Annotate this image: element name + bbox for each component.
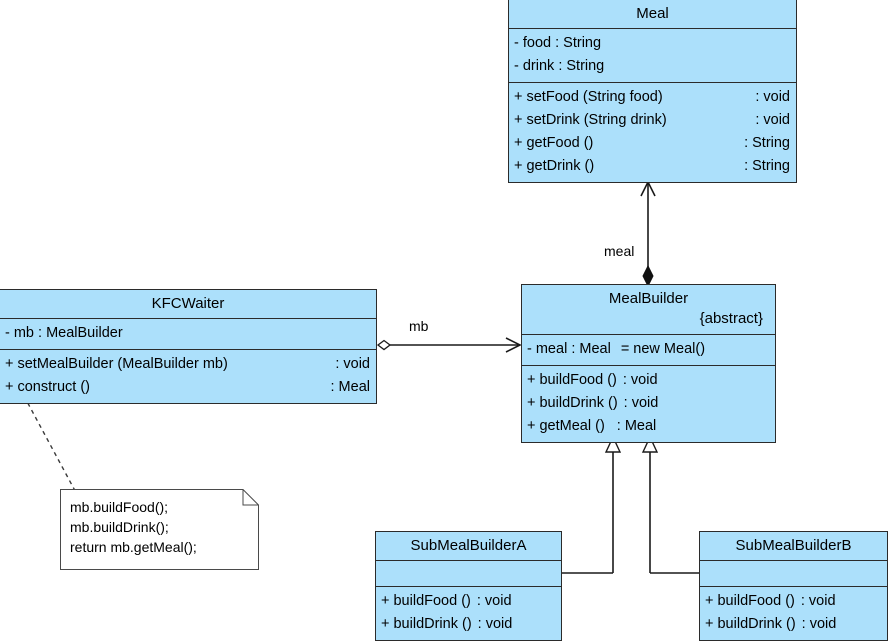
- class-name-label: Meal: [636, 5, 669, 22]
- attributes-compartment-kfcwaiter: - mb : MealBuilder: [0, 318, 376, 349]
- class-box-submealbuilder-a[interactable]: SubMealBuilderA + buildFood () : void + …: [375, 531, 562, 641]
- operation-row: + setDrink (String drink) : void: [514, 112, 790, 128]
- aggregation-diamond: [376, 339, 392, 351]
- class-box-mealbuilder[interactable]: MealBuilder {abstract} - meal : Meal = n…: [521, 284, 776, 443]
- composition-diamond: [642, 264, 654, 288]
- composition-mealbuilder-meal: [640, 180, 656, 288]
- class-title-kfcwaiter: KFCWaiter: [0, 290, 376, 318]
- note-construct-body[interactable]: mb.buildFood(); mb.buildDrink(); return …: [60, 489, 259, 570]
- attributes-compartment-mealbuilder: - meal : Meal = new Meal(): [522, 334, 775, 365]
- generalization-subA-mealbuilder: [562, 435, 622, 574]
- note-text: mb.buildFood(); mb.buildDrink(); return …: [70, 497, 251, 557]
- open-arrowhead: [505, 337, 522, 353]
- class-name-label: KFCWaiter: [151, 295, 225, 312]
- operations-compartment-submealbuilder-b: + buildFood () : void + buildDrink () : …: [700, 586, 887, 640]
- class-box-kfcwaiter[interactable]: KFCWaiter - mb : MealBuilder + setMealBu…: [0, 289, 377, 404]
- class-box-meal[interactable]: Meal - food : String - drink : String + …: [508, 0, 797, 183]
- attributes-compartment-submealbuilder-a: [376, 560, 561, 586]
- operation-row: + buildDrink () : void: [705, 616, 837, 632]
- attribute-row: - food : String: [514, 35, 602, 51]
- edge-label-meal: meal: [604, 243, 635, 259]
- operation-row: + buildDrink () : void: [527, 395, 659, 411]
- operation-row: + getFood () : String: [514, 135, 790, 151]
- operations-compartment-mealbuilder: + buildFood () : void + buildDrink () : …: [522, 365, 775, 442]
- edge-label-mb: mb: [409, 318, 429, 334]
- attribute-row: - mb : MealBuilder: [5, 325, 123, 341]
- operation-row: + buildFood () : void: [381, 593, 512, 609]
- generalization-subB-mealbuilder: [641, 435, 700, 574]
- operation-row: + buildDrink () : void: [381, 616, 513, 632]
- note-line: return mb.getMeal();: [70, 539, 197, 555]
- operations-compartment-submealbuilder-a: + buildFood () : void + buildDrink () : …: [376, 586, 561, 640]
- class-title-submealbuilder-a: SubMealBuilderA: [376, 532, 561, 560]
- attribute-row: - drink : String: [514, 58, 605, 74]
- class-title-mealbuilder: MealBuilder {abstract}: [522, 285, 775, 334]
- class-title-submealbuilder-b: SubMealBuilderB: [700, 532, 887, 560]
- note-anchor-dashed-line: [23, 395, 81, 501]
- attribute-row: - meal : Meal = new Meal(): [527, 341, 706, 357]
- class-name-label: SubMealBuilderA: [410, 537, 527, 554]
- open-arrowhead: [640, 180, 656, 197]
- abstract-stereotype-label: {abstract}: [699, 310, 763, 327]
- operation-row: + getDrink () : String: [514, 158, 790, 174]
- operations-compartment-meal: + setFood (String food) : void + setDrin…: [509, 82, 796, 182]
- operation-row: + getMeal () : Meal: [527, 418, 657, 434]
- operation-row: + setFood (String food) : void: [514, 89, 790, 105]
- operations-compartment-kfcwaiter: + setMealBuilder (MealBuilder mb) : void…: [0, 349, 376, 403]
- uml-diagram-canvas: Meal - food : String - drink : String + …: [0, 0, 888, 641]
- class-title-meal: Meal: [509, 0, 796, 28]
- note-line: mb.buildFood();: [70, 499, 169, 515]
- class-box-submealbuilder-b[interactable]: SubMealBuilderB + buildFood () : void + …: [699, 531, 888, 641]
- attributes-compartment-submealbuilder-b: [700, 560, 887, 586]
- operation-row: + setMealBuilder (MealBuilder mb) : void: [5, 356, 370, 372]
- operation-row: + buildFood () : void: [527, 372, 658, 388]
- operation-row: + buildFood () : void: [705, 593, 836, 609]
- operation-row: + construct () : Meal: [5, 379, 370, 395]
- aggregation-kfcwaiter-mealbuilder: [376, 337, 522, 353]
- attributes-compartment-meal: - food : String - drink : String: [509, 28, 796, 82]
- class-name-label: MealBuilder: [608, 290, 689, 307]
- note-line: mb.buildDrink();: [70, 519, 169, 535]
- class-name-label: SubMealBuilderB: [735, 537, 852, 554]
